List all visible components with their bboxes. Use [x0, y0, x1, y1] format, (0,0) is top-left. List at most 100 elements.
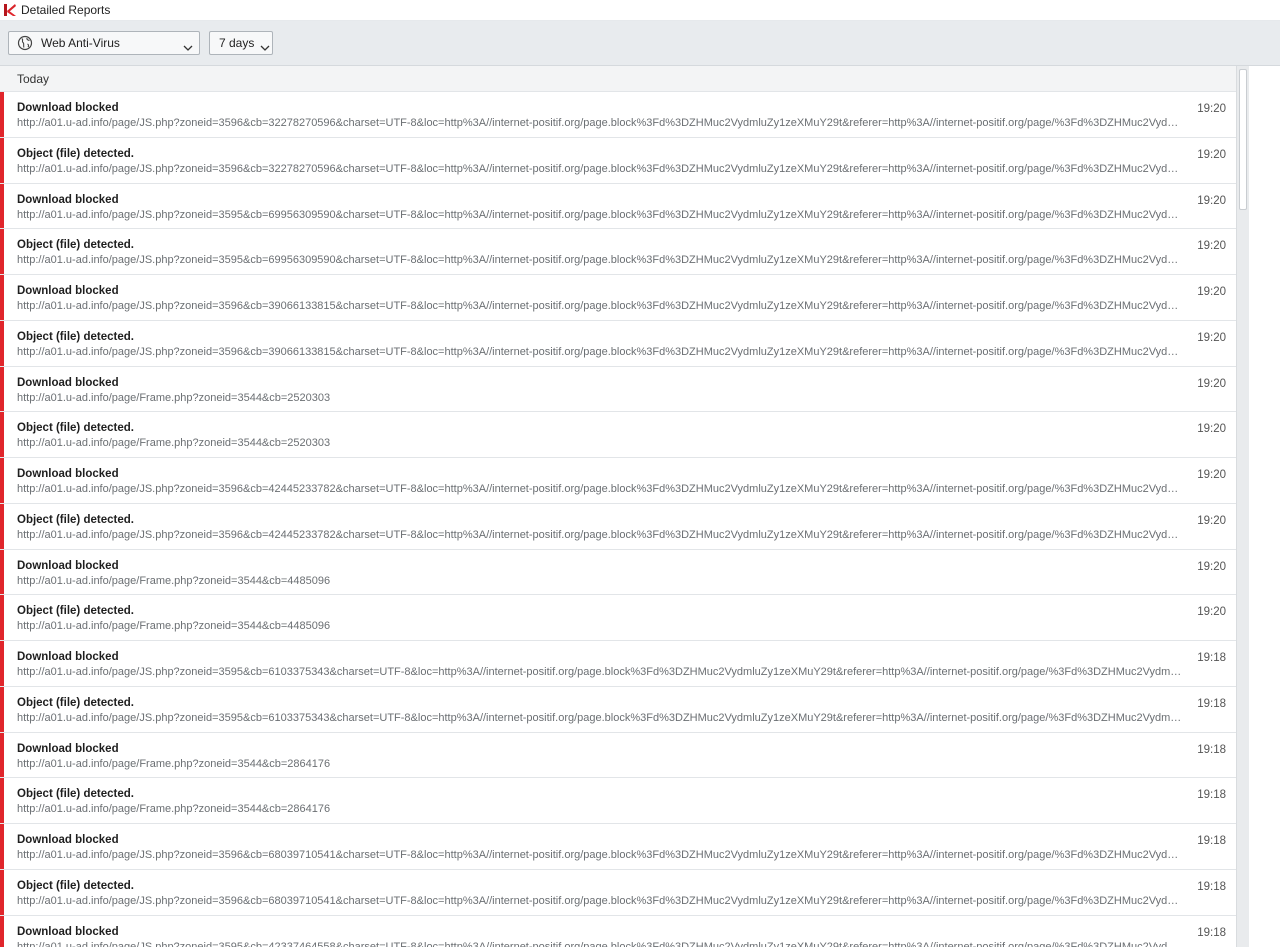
event-time: 19:20	[1197, 240, 1226, 253]
event-time: 19:20	[1197, 560, 1226, 573]
event-title: Object (file) detected.	[17, 513, 134, 526]
event-url: http://a01.u-ad.info/page/Frame.php?zone…	[17, 620, 331, 633]
threat-marker	[0, 778, 4, 823]
list-item[interactable]: Download blocked http://a01.u-ad.info/pag…	[0, 92, 1236, 138]
event-title: Object (file) detected.	[17, 879, 134, 892]
event-time: 19:20	[1197, 423, 1226, 436]
kaspersky-logo-icon	[3, 3, 17, 17]
list-item[interactable]: Download blocked http://a01.u-ad.info/pag…	[0, 732, 1236, 779]
threat-marker	[0, 686, 4, 732]
event-url: http://a01.u-ad.info/page/Frame.php?zone…	[17, 574, 331, 587]
list-item[interactable]: Download blocked http://a01.u-ad.info/pag…	[0, 824, 1236, 870]
list-item[interactable]: Download blocked http://a01.u-ad.info/pag…	[0, 641, 1236, 687]
event-time: 19:20	[1197, 286, 1226, 298]
report-list[interactable]: Today Download blocked http://a01.u-ad.in…	[0, 66, 1236, 947]
event-url: http://a01.u-ad.info/page/Frame.php?zone…	[17, 391, 331, 404]
event-time: 19:20	[1197, 606, 1226, 619]
window-title: Detailed Reports	[21, 3, 111, 17]
detailed-reports-window: Detailed Reports Web Anti-Virus 7 days T…	[0, 0, 1280, 947]
chevron-down-icon	[260, 40, 270, 51]
event-title: Download blocked	[17, 559, 119, 572]
event-title: Object (file) detected.	[17, 330, 134, 343]
period-filter-dropdown[interactable]: 7 days	[209, 31, 273, 55]
event-title: Download blocked	[17, 834, 119, 846]
event-url: http://a01.u-ad.info/page/JS.php?zoneid=…	[17, 666, 1182, 678]
title-bar: Detailed Reports	[0, 0, 1280, 21]
list-item[interactable]: Object (file) detected. http://a01.u-ad.i…	[0, 686, 1236, 733]
list-item[interactable]: Object (file) detected. http://a01.u-ad.i…	[0, 595, 1236, 641]
event-url: http://a01.u-ad.info/page/Frame.php?zone…	[17, 803, 331, 816]
event-title: Download blocked	[17, 742, 119, 755]
list-item[interactable]: Object (file) detected. http://a01.u-ad.i…	[0, 869, 1236, 916]
list-item[interactable]: Object (file) detected. http://a01.u-ad.i…	[0, 320, 1236, 367]
threat-marker	[0, 549, 4, 595]
component-filter-dropdown[interactable]: Web Anti-Virus	[8, 31, 200, 55]
event-time: 19:20	[1197, 331, 1226, 344]
chevron-down-icon	[183, 40, 193, 51]
event-title: Object (file) detected.	[17, 788, 134, 801]
event-title: Download blocked	[17, 925, 119, 938]
list-item[interactable]: Object (file) detected. http://a01.u-ad.i…	[0, 229, 1236, 275]
event-url: http://a01.u-ad.info/page/JS.php?zoneid=…	[17, 711, 1182, 724]
threat-marker	[0, 869, 4, 915]
list-item[interactable]: Object (file) detected. http://a01.u-ad.i…	[0, 412, 1236, 458]
event-url: http://a01.u-ad.info/page/JS.php?zoneid=…	[17, 300, 1179, 312]
event-url: http://a01.u-ad.info/page/JS.php?zoneid=…	[17, 940, 1179, 947]
scrollbar-thumb[interactable]	[1239, 69, 1247, 210]
threat-marker	[0, 229, 4, 274]
event-url: http://a01.u-ad.info/page/JS.php?zoneid=…	[17, 528, 1179, 541]
event-time: 19:18	[1197, 926, 1226, 939]
event-url: http://a01.u-ad.info/page/JS.php?zoneid=…	[17, 117, 1179, 129]
list-item[interactable]: Download blocked http://a01.u-ad.info/pag…	[0, 366, 1236, 413]
threat-marker	[0, 320, 4, 366]
threat-marker	[0, 412, 4, 457]
globe-icon	[17, 35, 33, 51]
threat-marker	[0, 137, 4, 183]
event-url: http://a01.u-ad.info/page/JS.php?zoneid=…	[17, 345, 1179, 358]
threat-marker	[0, 366, 4, 412]
event-time: 19:18	[1197, 697, 1226, 710]
event-time: 19:20	[1197, 194, 1226, 207]
threat-marker	[0, 458, 4, 503]
event-time: 19:18	[1197, 652, 1226, 664]
event-time: 19:18	[1197, 835, 1226, 847]
event-title: Download blocked	[17, 651, 119, 663]
event-title: Object (file) detected.	[17, 696, 134, 709]
list-item[interactable]: Object (file) detected. http://a01.u-ad.i…	[0, 137, 1236, 184]
list-item[interactable]: Download blocked http://a01.u-ad.info/pag…	[0, 275, 1236, 321]
vertical-scrollbar[interactable]	[1236, 66, 1249, 947]
event-url: http://a01.u-ad.info/page/Frame.php?zone…	[17, 437, 331, 450]
threat-marker	[0, 275, 4, 320]
event-title: Object (file) detected.	[17, 605, 134, 618]
list-item[interactable]: Download blocked http://a01.u-ad.info/pag…	[0, 183, 1236, 230]
threat-marker	[0, 732, 4, 778]
event-time: 19:20	[1197, 514, 1226, 527]
group-header-today: Today	[0, 66, 1236, 92]
component-filter-label: Web Anti-Virus	[41, 36, 120, 50]
event-time: 19:18	[1197, 789, 1226, 802]
event-title: Object (file) detected.	[17, 147, 134, 160]
list-item[interactable]: Download blocked http://a01.u-ad.info/pag…	[0, 549, 1236, 596]
list-item[interactable]: Object (file) detected. http://a01.u-ad.i…	[0, 503, 1236, 550]
event-title: Download blocked	[17, 376, 119, 389]
event-time: 19:20	[1197, 469, 1226, 481]
threat-marker	[0, 824, 4, 869]
report-rows: Download blocked http://a01.u-ad.info/pag…	[0, 92, 1236, 947]
event-title: Object (file) detected.	[17, 239, 134, 252]
threat-marker	[0, 915, 4, 947]
event-url: http://a01.u-ad.info/page/JS.php?zoneid=…	[17, 254, 1179, 267]
list-item[interactable]: Download blocked http://a01.u-ad.info/pag…	[0, 458, 1236, 504]
event-url: http://a01.u-ad.info/page/JS.php?zoneid=…	[17, 894, 1179, 907]
list-item[interactable]: Download blocked http://a01.u-ad.info/pag…	[0, 915, 1236, 947]
threat-marker	[0, 595, 4, 640]
event-time: 19:20	[1197, 148, 1226, 161]
event-url: http://a01.u-ad.info/page/JS.php?zoneid=…	[17, 849, 1179, 861]
event-time: 19:18	[1197, 743, 1226, 756]
threat-marker	[0, 641, 4, 686]
list-item[interactable]: Object (file) detected. http://a01.u-ad.i…	[0, 778, 1236, 824]
event-title: Object (file) detected.	[17, 422, 134, 435]
threat-marker	[0, 92, 4, 137]
event-time: 19:20	[1197, 377, 1226, 390]
event-title: Download blocked	[17, 102, 119, 114]
threat-marker	[0, 503, 4, 549]
